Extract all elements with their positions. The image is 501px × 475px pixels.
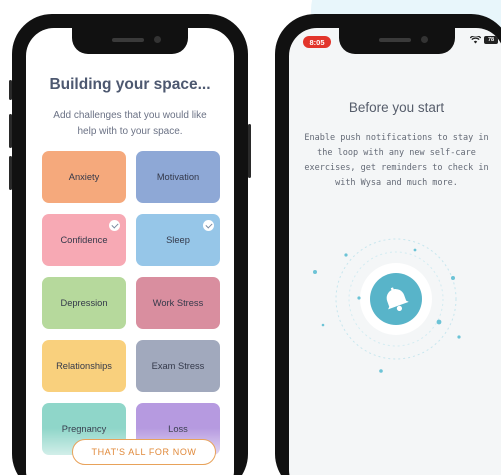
challenge-label: Anxiety bbox=[68, 172, 100, 182]
side-button bbox=[9, 156, 12, 190]
dot bbox=[413, 248, 417, 252]
challenge-card[interactable]: Sleep bbox=[136, 214, 220, 266]
challenge-card[interactable]: Motivation bbox=[136, 151, 220, 203]
screen-notifications: 8:05 78 Before you start Enable push not… bbox=[289, 28, 501, 475]
challenge-label: Exam Stress bbox=[151, 361, 205, 371]
notch bbox=[72, 28, 188, 54]
dot bbox=[436, 319, 442, 325]
challenge-label: Motivation bbox=[156, 172, 200, 182]
challenge-label: Relationships bbox=[56, 361, 112, 371]
canvas: Building your space... Add challenges th… bbox=[0, 0, 501, 475]
speaker bbox=[112, 38, 144, 42]
dot bbox=[457, 335, 461, 339]
phone-left: Building your space... Add challenges th… bbox=[9, 14, 251, 475]
challenge-card[interactable]: Relationships bbox=[42, 340, 126, 392]
screen-building-space: Building your space... Add challenges th… bbox=[26, 28, 234, 475]
done-button[interactable]: THAT'S ALL FOR NOW bbox=[72, 439, 216, 465]
notification-illustration bbox=[313, 238, 461, 373]
checkmark-icon bbox=[203, 220, 214, 231]
challenge-card[interactable]: Depression bbox=[42, 277, 126, 329]
challenge-card[interactable]: Confidence bbox=[42, 214, 126, 266]
challenge-label: Depression bbox=[60, 298, 108, 308]
challenge-label: Confidence bbox=[60, 235, 108, 245]
camera bbox=[154, 36, 161, 43]
challenge-card[interactable]: Anxiety bbox=[42, 151, 126, 203]
side-button bbox=[9, 80, 12, 100]
page-title: Building your space... bbox=[49, 76, 211, 93]
challenge-label: Sleep bbox=[166, 235, 190, 245]
challenge-label: Work Stress bbox=[152, 298, 204, 308]
dot bbox=[379, 369, 383, 373]
page-subtitle: Add challenges that you would like help … bbox=[53, 110, 207, 137]
challenge-card[interactable]: Exam Stress bbox=[136, 340, 220, 392]
phone-right: 8:05 78 Before you start Enable push not… bbox=[275, 14, 501, 475]
checkmark-icon bbox=[109, 220, 120, 231]
dot bbox=[313, 270, 317, 274]
side-button bbox=[9, 114, 12, 148]
dot bbox=[357, 296, 361, 300]
challenge-card[interactable]: Work Stress bbox=[136, 277, 220, 329]
dot bbox=[321, 323, 325, 327]
dot bbox=[344, 253, 348, 257]
dot bbox=[451, 276, 455, 280]
side-button bbox=[248, 124, 251, 178]
